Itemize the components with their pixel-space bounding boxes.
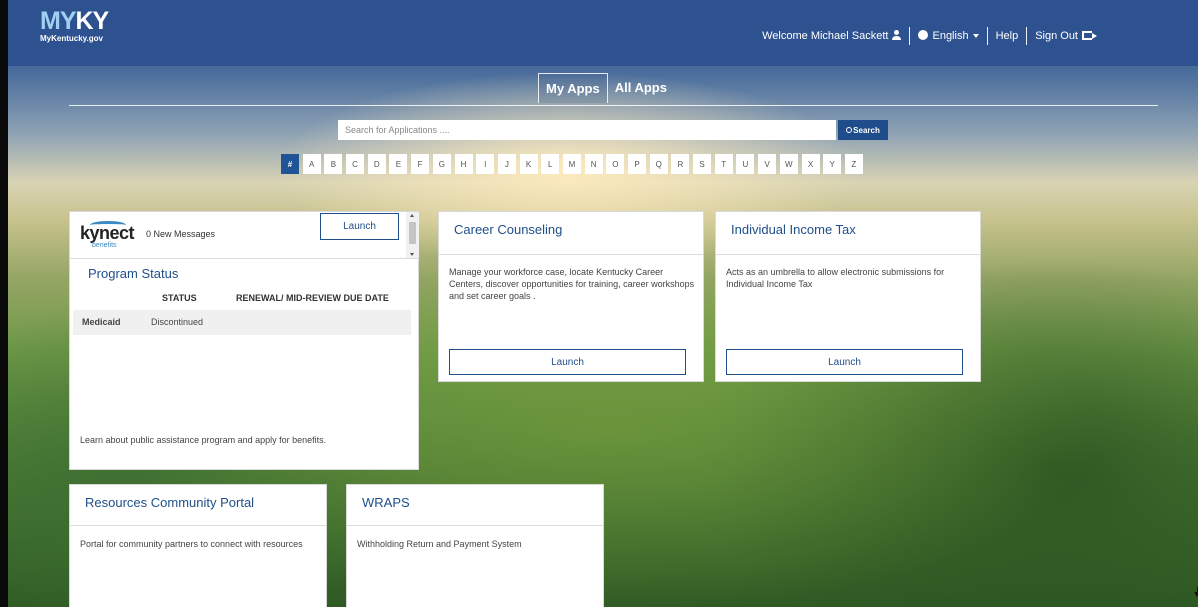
- letter-filter-j[interactable]: J: [497, 154, 516, 174]
- letter-filter-hash[interactable]: #: [281, 154, 299, 174]
- logo-text: MYKY: [40, 7, 109, 35]
- scroll-up-icon: [410, 214, 414, 217]
- letter-filter-d[interactable]: D: [367, 154, 386, 174]
- kynect-description: Learn about public assistance program an…: [80, 435, 327, 445]
- globe-icon: [918, 30, 929, 40]
- income-tax-description: Acts as an umbrella to allow electronic …: [726, 267, 945, 290]
- sign-out-label: Sign Out: [1035, 30, 1078, 42]
- letter-filter-e[interactable]: E: [389, 154, 408, 174]
- letter-filter-p[interactable]: P: [628, 154, 646, 174]
- letter-filter-r[interactable]: R: [671, 154, 690, 174]
- kynect-logo: kynect benefits: [80, 221, 135, 249]
- nav-divider: [986, 27, 988, 45]
- income-tax-title[interactable]: Individual Income Tax: [731, 222, 856, 237]
- tab-my-apps[interactable]: My Apps: [538, 73, 608, 103]
- letter-filter-n[interactable]: N: [584, 154, 603, 174]
- search-button[interactable]: Search: [838, 120, 888, 140]
- career-counseling-title[interactable]: Career Counseling: [454, 222, 562, 237]
- caret-down-icon: [972, 34, 979, 38]
- table-row: Medicaid Discontinued: [73, 310, 411, 335]
- status-column-header: STATUS: [162, 293, 197, 303]
- program-status-title: Program Status: [88, 266, 179, 281]
- language-label: English: [932, 30, 969, 42]
- language-dropdown[interactable]: English: [918, 30, 979, 42]
- search-icon: [846, 127, 853, 133]
- new-messages-count[interactable]: 0 New Messages: [146, 229, 215, 239]
- career-counseling-description: Manage your workforce case, locate Kentu…: [449, 267, 695, 302]
- career-counseling-card: Career Counseling Manage your workforce …: [438, 211, 704, 382]
- letter-filter-h[interactable]: H: [454, 154, 473, 174]
- income-tax-launch-button[interactable]: Launch: [726, 349, 963, 375]
- letter-filter-f[interactable]: F: [411, 154, 430, 174]
- letter-filter-q[interactable]: Q: [649, 154, 668, 174]
- scroll-down-arrow-icon[interactable]: [1194, 587, 1198, 597]
- letter-filter-y[interactable]: Y: [823, 154, 842, 174]
- search-button-label: Search: [853, 125, 880, 135]
- card-divider: [70, 258, 418, 259]
- wraps-description: Withholding Return and Payment System: [357, 539, 522, 549]
- income-tax-card: Individual Income Tax Acts as an umbrell…: [715, 211, 981, 382]
- kynect-header-scrollbar[interactable]: [406, 212, 419, 258]
- letter-filter-a[interactable]: A: [302, 154, 321, 174]
- sign-out-icon: [1082, 31, 1097, 40]
- user-icon: [892, 30, 902, 40]
- welcome-user[interactable]: Welcome Michael Sackett: [762, 30, 902, 42]
- card-divider: [70, 525, 326, 526]
- letter-filter-i[interactable]: I: [476, 154, 495, 174]
- kynect-benefits-card: kynect benefits 0 New Messages Launch Pr…: [69, 211, 419, 470]
- sign-out-link[interactable]: Sign Out: [1035, 30, 1097, 42]
- kynect-logo-arc: [90, 221, 126, 229]
- scrollbar-thumb[interactable]: [409, 222, 416, 244]
- letter-filter-k[interactable]: K: [519, 154, 538, 174]
- program-name: Medicaid: [82, 317, 121, 327]
- card-divider: [716, 254, 980, 255]
- app-tabs: My Apps All Apps: [538, 73, 674, 103]
- tab-all-apps[interactable]: All Apps: [608, 73, 674, 103]
- help-link[interactable]: Help: [996, 30, 1019, 42]
- program-status: Discontinued: [151, 317, 204, 327]
- top-bar: MYKY MyKentucky.gov Welcome Michael Sack…: [8, 0, 1198, 66]
- logo-subtext: MyKentucky.gov: [40, 34, 103, 43]
- wraps-title[interactable]: WRAPS: [362, 495, 410, 510]
- welcome-text: Welcome Michael Sackett: [762, 30, 889, 42]
- site-logo[interactable]: MYKY MyKentucky.gov: [40, 7, 109, 43]
- letter-filter-m[interactable]: M: [562, 154, 581, 174]
- letter-filter-u[interactable]: U: [736, 154, 755, 174]
- tab-divider: [69, 105, 1158, 106]
- resources-portal-card: Resources Community Portal Portal for co…: [69, 484, 327, 607]
- card-divider: [439, 254, 703, 255]
- nav-divider: [1026, 27, 1028, 45]
- letter-filter-v[interactable]: V: [758, 154, 777, 174]
- nav-divider: [909, 27, 911, 45]
- wraps-card: WRAPS Withholding Return and Payment Sys…: [346, 484, 604, 607]
- kynect-logo-sub: benefits: [92, 242, 117, 249]
- letter-filter-t[interactable]: T: [714, 154, 733, 174]
- letter-filter-s[interactable]: S: [693, 154, 712, 174]
- letter-filter-b[interactable]: B: [324, 154, 343, 174]
- letter-filter-g[interactable]: G: [432, 154, 451, 174]
- resources-portal-description: Portal for community partners to connect…: [80, 539, 303, 549]
- letter-filter-o[interactable]: O: [606, 154, 625, 174]
- page-frame: MYKY MyKentucky.gov Welcome Michael Sack…: [8, 0, 1198, 607]
- letter-filter-w[interactable]: W: [779, 154, 798, 174]
- card-divider: [347, 525, 603, 526]
- kynect-launch-button[interactable]: Launch: [320, 213, 399, 240]
- due-date-column-header: RENEWAL/ MID-REVIEW DUE DATE: [236, 293, 389, 303]
- letter-filter-z[interactable]: Z: [844, 154, 863, 174]
- alphabet-filter: # A B C D E F G H I J K L M N O P Q R S …: [281, 154, 867, 174]
- career-counseling-launch-button[interactable]: Launch: [449, 349, 686, 375]
- letter-filter-l[interactable]: L: [541, 154, 560, 174]
- top-nav: Welcome Michael Sackett English Help Sig…: [762, 27, 1097, 45]
- search-input[interactable]: [338, 120, 836, 140]
- letter-filter-x[interactable]: X: [801, 154, 820, 174]
- resources-portal-title[interactable]: Resources Community Portal: [85, 495, 254, 510]
- letter-filter-c[interactable]: C: [346, 154, 365, 174]
- scroll-down-icon: [410, 253, 414, 256]
